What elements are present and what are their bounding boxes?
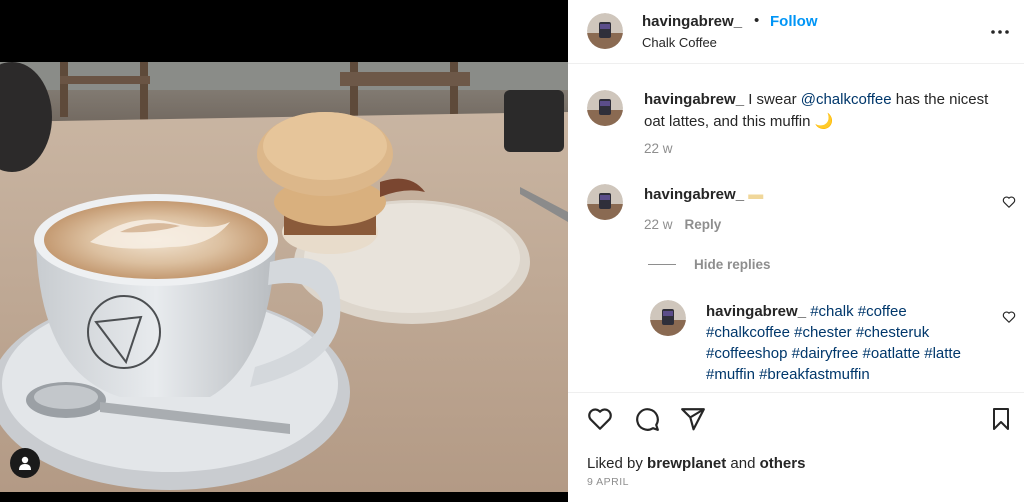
comment-timestamp[interactable]: 22 w — [644, 217, 673, 232]
avatar[interactable] — [650, 300, 686, 336]
post-header: havingabrew_ • Follow Chalk Coffee — [568, 0, 1024, 64]
avatar-image — [650, 300, 686, 336]
more-options-button[interactable] — [990, 22, 1010, 42]
save-button[interactable] — [986, 404, 1016, 434]
comment-username[interactable]: havingabrew_ — [644, 186, 744, 203]
avatar-image — [587, 13, 623, 49]
reply-comment-text: havingabrew_ #chalk #coffee #chalkcoffee… — [706, 301, 994, 385]
reply-button[interactable]: Reply — [685, 217, 722, 232]
hashtag-link[interactable]: #oatlatte — [863, 345, 921, 362]
follow-button[interactable]: Follow — [770, 13, 818, 30]
avatar[interactable] — [587, 13, 623, 49]
comment-text: havingabrew_ I swear @chalkcoffee has th… — [644, 89, 996, 133]
hashtag-link[interactable]: #breakfastmuffin — [759, 366, 870, 383]
comment-text: havingabrew_ ▬ — [644, 184, 996, 206]
hashtag-link[interactable]: #chester — [794, 324, 852, 341]
post-sidebar: havingabrew_ • Follow Chalk Coffee havin… — [568, 0, 1024, 502]
comment-username[interactable]: havingabrew_ — [706, 303, 806, 320]
comment-meta: 22 w — [644, 141, 673, 156]
post-location[interactable]: Chalk Coffee — [642, 35, 717, 50]
comment-text-part: I swear — [744, 91, 801, 108]
mention-link[interactable]: @chalkcoffee — [801, 91, 892, 108]
liked-by-user[interactable]: brewplanet — [647, 455, 726, 472]
user-tag-icon — [19, 456, 31, 470]
heart-icon — [588, 408, 612, 430]
avatar[interactable] — [587, 90, 623, 126]
hashtag-link[interactable]: #muffin — [706, 366, 755, 383]
post-date[interactable]: 9 APRIL — [587, 476, 629, 488]
avatar-image — [587, 90, 623, 126]
comment-meta: 22 w Reply — [644, 217, 721, 232]
more-options-icon — [991, 30, 1009, 34]
hide-replies-button[interactable]: Hide replies — [648, 257, 771, 272]
hashtag-link[interactable]: #chesteruk — [856, 324, 929, 341]
share-button[interactable] — [678, 404, 708, 434]
comment-emoji: ▬ — [744, 186, 764, 203]
paper-plane-icon — [681, 408, 705, 431]
bookmark-icon — [993, 408, 1009, 430]
likes-prefix: Liked by — [587, 455, 648, 472]
separator-dot: • — [754, 12, 760, 29]
tagged-users-button[interactable] — [10, 448, 40, 478]
divider — [568, 392, 1024, 393]
likes-middle: and — [726, 455, 760, 472]
post-media[interactable] — [0, 0, 568, 502]
like-comment-heart-icon[interactable] — [1002, 195, 1016, 209]
hashtag-link[interactable]: #latte — [924, 345, 961, 362]
avatar[interactable] — [587, 184, 623, 220]
hide-replies-line — [648, 264, 676, 265]
post-photo[interactable] — [0, 62, 568, 492]
like-reply-heart-icon[interactable] — [1002, 310, 1016, 324]
hashtag-link[interactable]: #coffee — [858, 303, 907, 320]
hide-replies-label: Hide replies — [694, 257, 771, 272]
comment-username[interactable]: havingabrew_ — [644, 91, 744, 108]
action-bar — [568, 400, 1024, 440]
comment-timestamp[interactable]: 22 w — [644, 141, 673, 156]
hashtag-link[interactable]: #dairyfree — [792, 345, 859, 362]
post-author-username[interactable]: havingabrew_ — [642, 13, 742, 30]
hashtag-link[interactable]: #coffeeshop — [706, 345, 787, 362]
comment-icon — [636, 408, 659, 431]
liked-by-others[interactable]: others — [760, 455, 806, 472]
hashtag-link[interactable]: #chalkcoffee — [706, 324, 790, 341]
avatar-image — [587, 184, 623, 220]
hashtag-link[interactable]: #chalk — [810, 303, 853, 320]
like-button[interactable] — [585, 404, 615, 434]
comment-button[interactable] — [632, 404, 662, 434]
likes-summary[interactable]: Liked by brewplanet and others — [587, 455, 805, 472]
